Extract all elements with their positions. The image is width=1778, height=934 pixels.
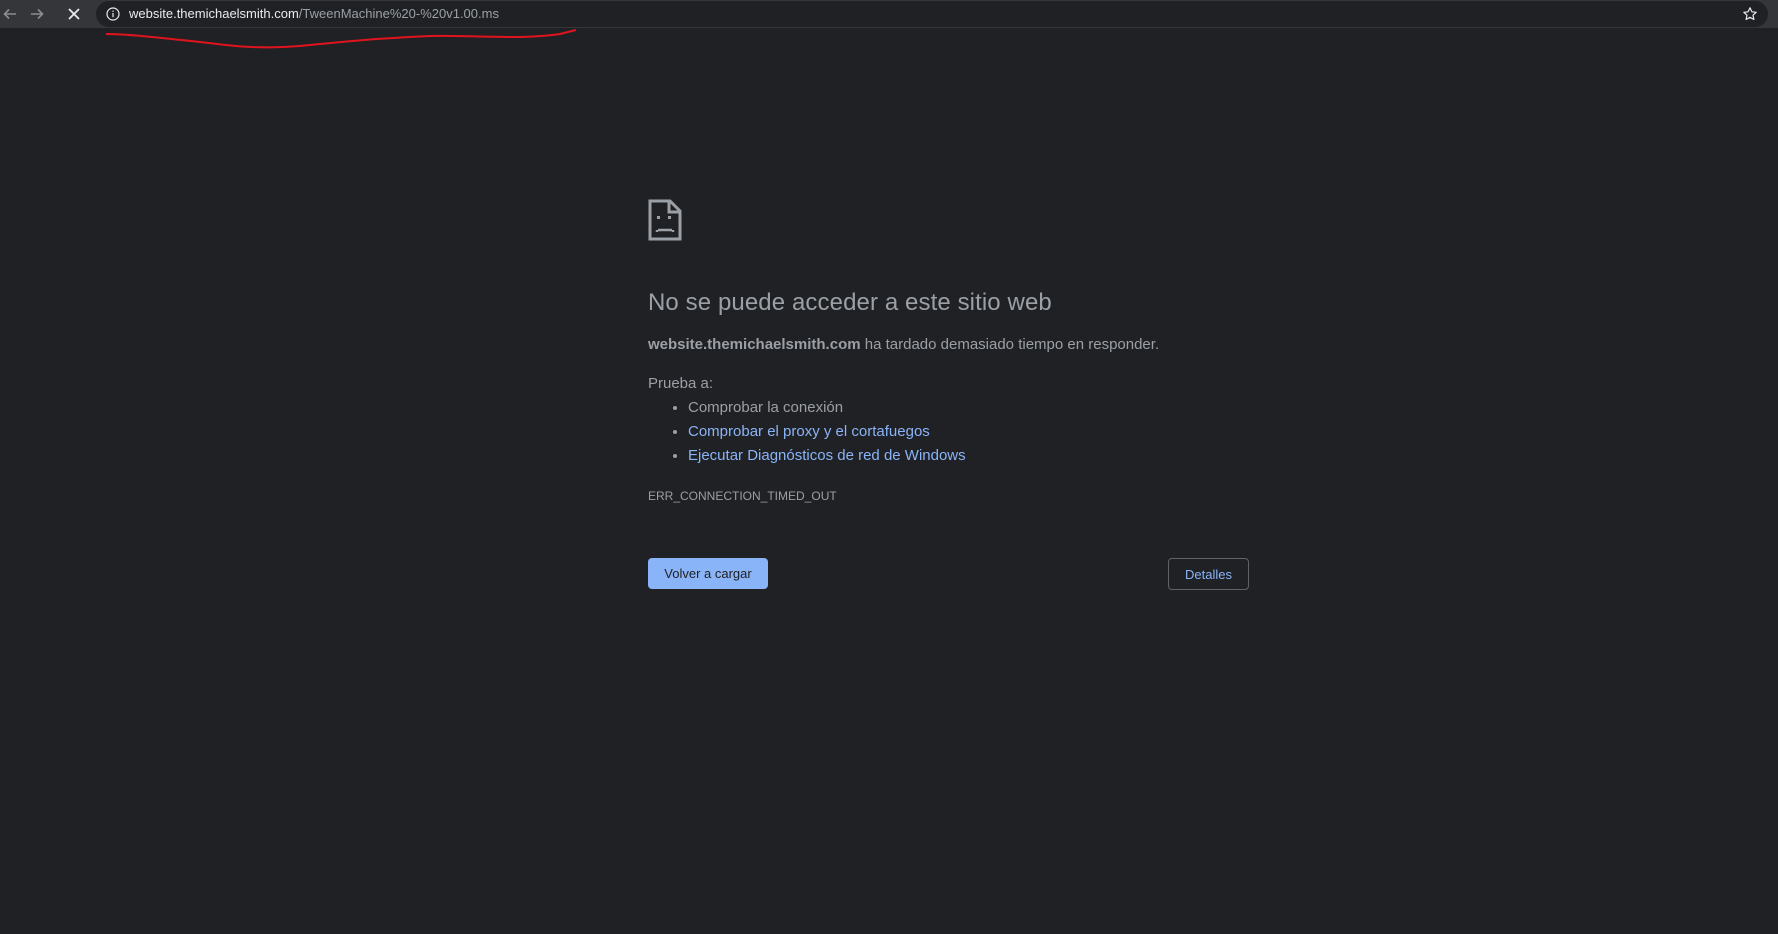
back-button[interactable] bbox=[0, 2, 22, 26]
error-heading: No se puede acceder a este sitio web bbox=[648, 289, 1052, 316]
check-proxy-link[interactable]: Comprobar el proxy y el cortafuegos bbox=[688, 423, 930, 440]
forward-arrow-icon bbox=[31, 8, 44, 20]
url-path: /TweenMachine%20-%20v1.00.ms bbox=[298, 6, 499, 21]
star-icon[interactable] bbox=[1742, 6, 1758, 22]
error-host: website.themichaelsmith.com bbox=[648, 336, 861, 353]
error-code: ERR_CONNECTION_TIMED_OUT bbox=[648, 489, 837, 503]
address-bar[interactable]: website.themichaelsmith.com/TweenMachine… bbox=[96, 1, 1768, 27]
info-icon[interactable] bbox=[106, 7, 120, 21]
suggestion-check-proxy: Comprobar el proxy y el cortafuegos bbox=[688, 420, 966, 444]
suggestion-run-diagnostics: Ejecutar Diagnósticos de red de Windows bbox=[688, 444, 966, 468]
details-button[interactable]: Detalles bbox=[1168, 558, 1249, 590]
close-icon bbox=[68, 8, 80, 20]
error-message: ha tardado demasiado tiempo en responder… bbox=[860, 336, 1160, 353]
url-text[interactable]: website.themichaelsmith.com/TweenMachine… bbox=[129, 7, 499, 21]
suggestion-check-connection: Comprobar la conexión bbox=[688, 396, 966, 420]
try-label: Prueba a: bbox=[648, 375, 714, 392]
forward-button[interactable] bbox=[25, 2, 49, 26]
error-description: website.themichaelsmith.com ha tardado d… bbox=[648, 336, 1159, 353]
reload-button[interactable]: Volver a cargar bbox=[648, 558, 768, 589]
stop-loading-button[interactable] bbox=[62, 2, 86, 26]
suggestion-list: Comprobar la conexión Comprobar el proxy… bbox=[648, 396, 966, 468]
red-annotation-underline bbox=[105, 29, 577, 49]
url-host: website.themichaelsmith.com bbox=[129, 6, 299, 21]
back-arrow-icon bbox=[3, 8, 16, 20]
browser-toolbar: website.themichaelsmith.com/TweenMachine… bbox=[0, 0, 1778, 28]
sad-file-icon bbox=[648, 199, 682, 241]
run-diagnostics-link[interactable]: Ejecutar Diagnósticos de red de Windows bbox=[688, 447, 966, 464]
